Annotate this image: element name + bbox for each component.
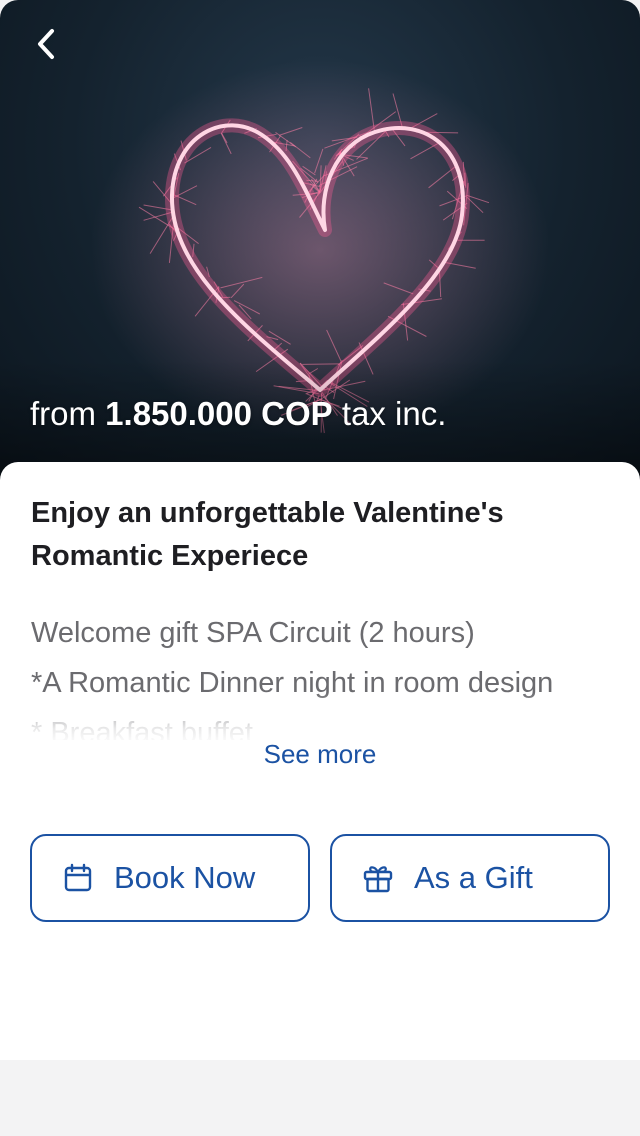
chevron-left-icon — [38, 29, 54, 59]
price-suffix: tax inc. — [341, 395, 447, 432]
see-more-link[interactable]: See more — [0, 736, 640, 772]
price-amount: 1.850.000 COP — [105, 395, 333, 432]
description-line: *A Romantic Dinner night in room design — [31, 667, 554, 699]
back-button[interactable] — [24, 22, 68, 66]
book-now-label: Book Now — [114, 860, 256, 895]
offer-detail-screen: from 1.850.000 COP tax inc. Enjoy an unf… — [0, 0, 640, 1136]
gift-icon — [362, 862, 394, 894]
price-line: from 1.850.000 COP tax inc. — [30, 392, 446, 436]
offer-title-line1: Enjoy an unforgettable Valentine's — [31, 497, 504, 529]
offer-description: Welcome gift SPA Circuit (2 hours) *A Ro… — [31, 608, 621, 740]
as-a-gift-button[interactable]: As a Gift — [330, 834, 610, 922]
price-prefix: from — [30, 395, 96, 432]
description-line: Welcome gift SPA Circuit (2 hours) — [31, 617, 475, 649]
calendar-icon — [62, 862, 94, 894]
offer-title-line2: Romantic Experiece — [31, 540, 309, 572]
offer-title: Enjoy an unforgettable Valentine's Romant… — [31, 492, 611, 578]
as-a-gift-label: As a Gift — [414, 860, 533, 895]
hero-image: from 1.850.000 COP tax inc. — [0, 0, 640, 480]
book-now-button[interactable]: Book Now — [30, 834, 310, 922]
